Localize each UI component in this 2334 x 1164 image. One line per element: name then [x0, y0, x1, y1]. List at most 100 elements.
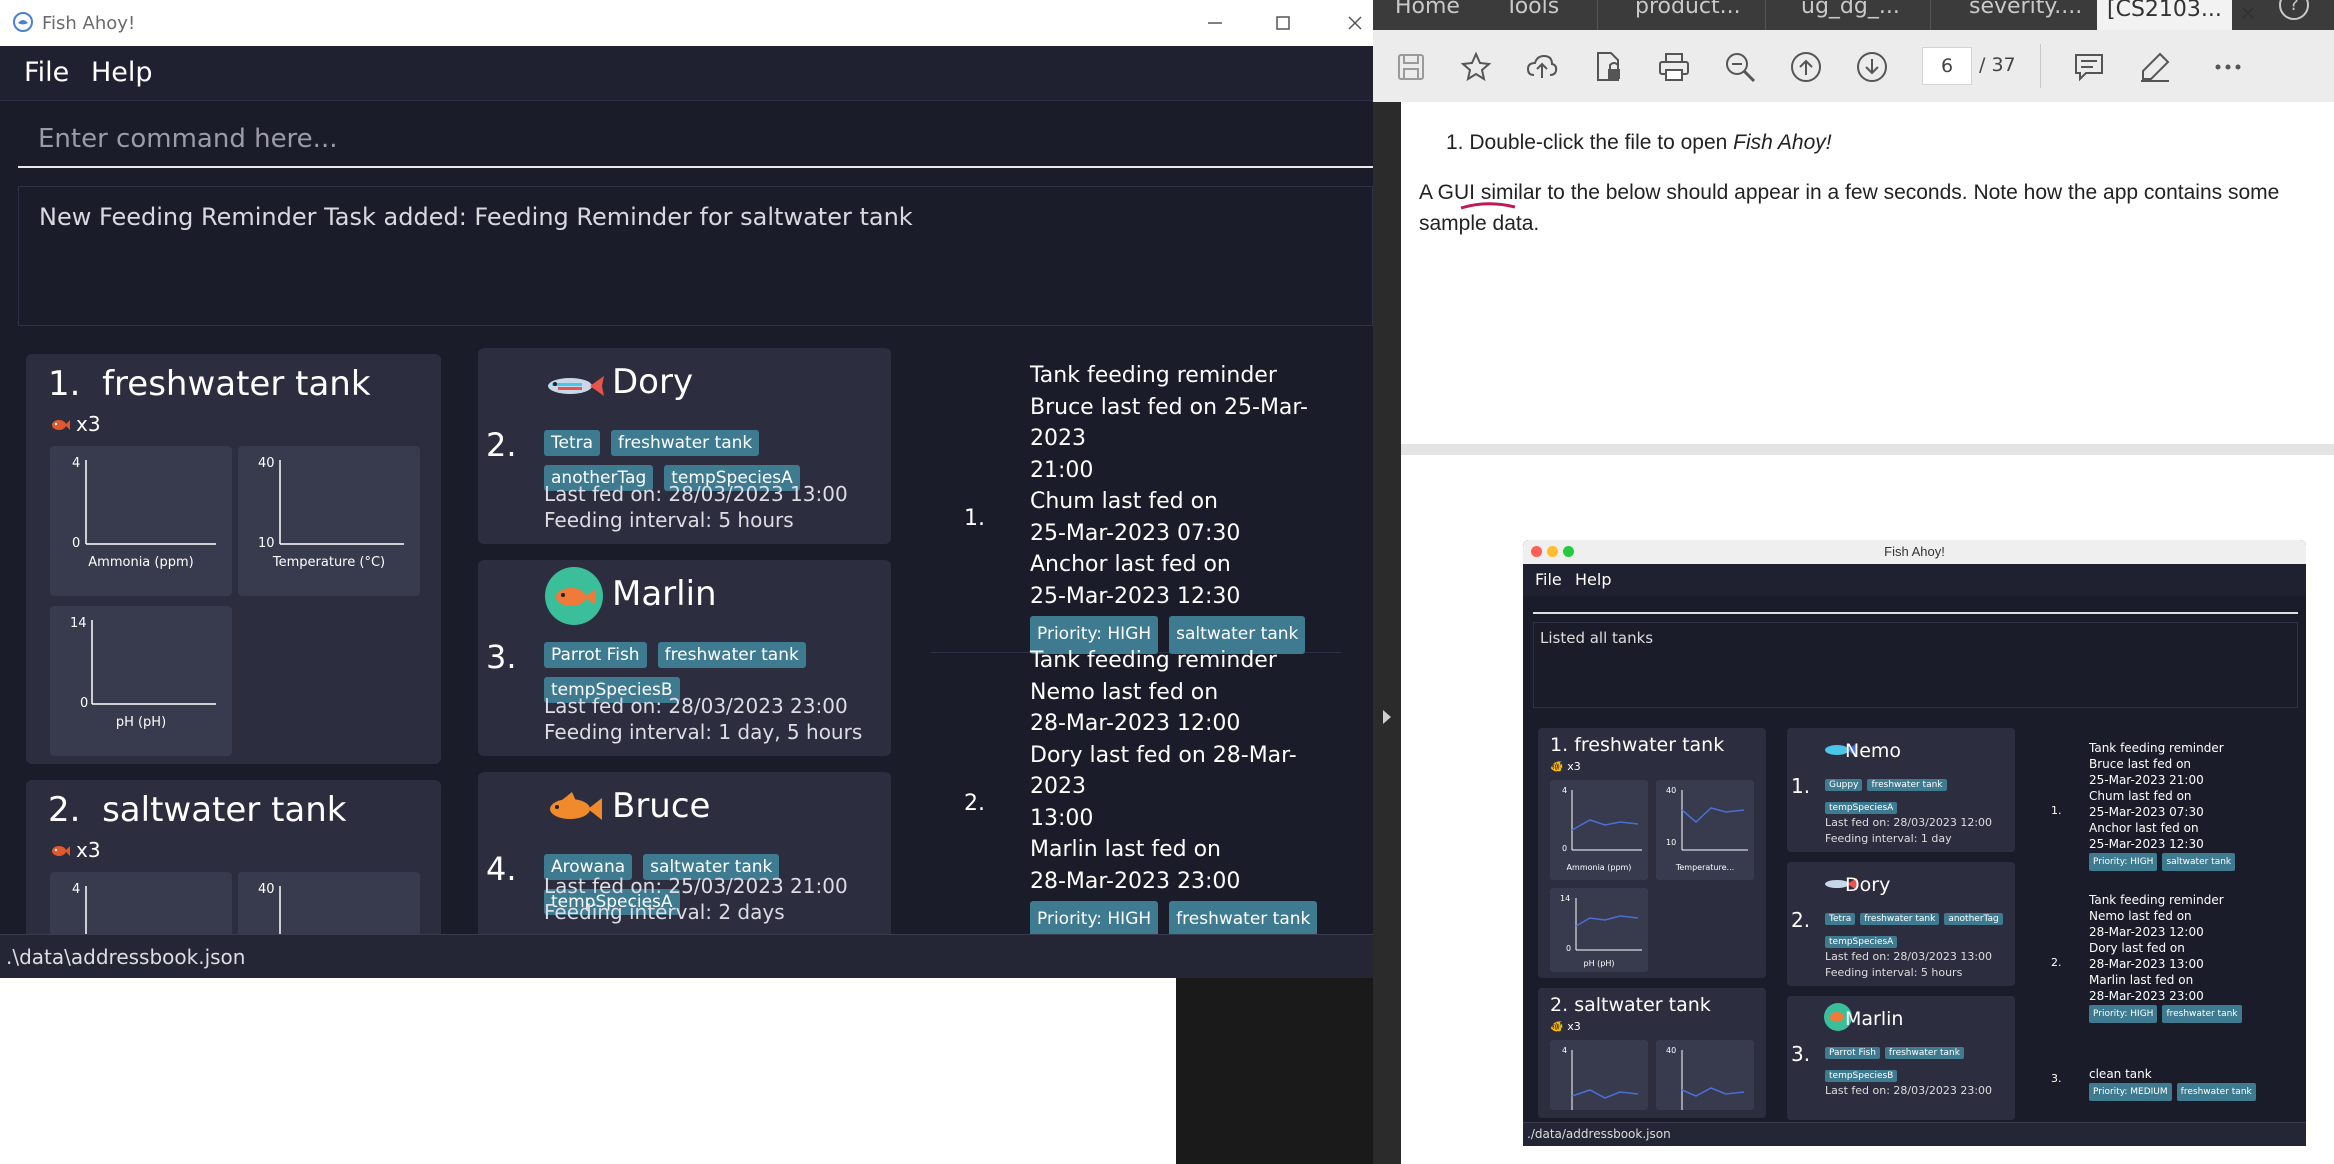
fish-feeding-interval: Feeding interval: 5 hours — [544, 508, 794, 532]
tab-home[interactable]: Home — [1395, 0, 1460, 19]
y-min-label: 0 — [72, 536, 81, 551]
result-display: New Feeding Reminder Task added: Feeding… — [18, 186, 1373, 326]
tank-title: 1. freshwater tank — [48, 364, 371, 404]
menu-help[interactable]: Help — [91, 57, 153, 88]
parrot-fish-icon — [545, 567, 603, 625]
y-max-label: 4 — [72, 882, 81, 897]
help-icon[interactable]: ? — [2279, 0, 2309, 20]
comment-icon[interactable] — [2072, 50, 2106, 84]
maximize-icon[interactable] — [1268, 8, 1298, 38]
page-down-icon[interactable] — [1855, 50, 1889, 84]
graph-label: pH (pH) — [115, 715, 167, 730]
task-index: 1. — [964, 506, 985, 531]
embedded-command-line — [1533, 612, 2298, 614]
tab-tools[interactable]: Tools — [1505, 0, 1559, 19]
tab-document[interactable]: ug_dg_... — [1801, 0, 1900, 19]
fish-last-fed: Last fed on: 28/03/2023 13:00 — [544, 482, 848, 506]
embedded-status-bar: ./data/addressbook.json — [1523, 1122, 2306, 1146]
fish-card[interactable]: 4. Bruce Arowana saltwater tanktempSpecie… — [478, 772, 891, 934]
ammonia-graph: 4 — [50, 872, 232, 934]
embedded-result-display: Listed all tanks — [1533, 622, 2298, 708]
highlight-pen-icon[interactable] — [2138, 50, 2172, 84]
menu-bar: File Help — [0, 46, 1373, 101]
command-box — [18, 112, 1373, 168]
y-max-label: 40 — [258, 882, 275, 897]
fish-name: Bruce — [612, 786, 711, 826]
fish-name: Dory — [612, 362, 694, 402]
embedded-tank-card: 2. saltwater tank 🐠 x3 4 40 — [1538, 988, 1766, 1118]
embedded-app-screenshot: Fish Ahoy! File Help Listed all tanks 1.… — [1523, 540, 2306, 1146]
bookmark-star-icon[interactable] — [1459, 50, 1493, 84]
temperature-graph: 40 — [238, 872, 420, 934]
tag: Tetra — [544, 430, 601, 456]
close-tab-icon[interactable] — [2239, 4, 2257, 22]
fish-feeding-interval: Feeding interval: 2 days — [544, 900, 785, 924]
tab-document[interactable]: severity.... — [1969, 0, 2082, 19]
ph-graph: 14 0 pH (pH) — [50, 606, 232, 756]
fish-index: 3. — [486, 638, 517, 676]
fish-card[interactable]: 2. Dory Tetra freshwater tankanotherTag te… — [478, 348, 891, 544]
embedded-tank-card: 1. freshwater tank 🐠 x3 4 0 Ammonia (ppm… — [1538, 728, 1766, 978]
chevron-right-icon[interactable] — [1381, 708, 1393, 726]
tank-card[interactable]: 1. freshwater tank x3 4 0 Ammonia (ppm) … — [26, 354, 441, 764]
graph-label: Temperature (°C) — [272, 555, 386, 570]
pdf-viewer-window: Home Tools product... ug_dg_... severity… — [1373, 0, 2334, 1164]
task-index: 2. — [964, 791, 985, 816]
embedded-task-item: 2. Tank feeding reminder Nemo last fed o… — [2035, 892, 2295, 1042]
task-item[interactable]: 2. Tank feeding reminder Nemo last fed o… — [930, 645, 1342, 934]
status-bar: .\data\addressbook.json — [0, 934, 1373, 978]
pdf-page: 1. Double-click the file to open Fish Ah… — [1401, 102, 2334, 444]
tab-document-active[interactable]: [CS2103... — [2097, 0, 2232, 30]
menu-file[interactable]: File — [24, 57, 69, 88]
lists-panel: 1. freshwater tank x3 4 0 Ammonia (ppm) … — [0, 328, 1373, 934]
file-lock-icon[interactable] — [1591, 50, 1625, 84]
toolbar: 6 / 37 — [1373, 30, 2334, 103]
fish-feeding-interval: Feeding interval: 1 day, 5 hours — [544, 720, 863, 744]
more-options-icon[interactable] — [2211, 50, 2245, 84]
tag: freshwater tank — [657, 642, 806, 668]
tank-fish-count: x3 — [50, 412, 101, 436]
window-title: Fish Ahoy! — [42, 13, 136, 34]
embedded-task-item: 1. Tank feeding reminder Bruce last fed … — [2035, 740, 2295, 890]
priority-tag: Priority: HIGH — [1030, 901, 1159, 934]
embedded-fish-card: 3. Marlin Parrot Fish freshwater tanktemp… — [1787, 996, 2015, 1120]
tank-card[interactable]: 2. saltwater tank x3 4 40 — [26, 780, 441, 934]
print-icon[interactable] — [1657, 50, 1691, 84]
fish-ahoy-window: Fish Ahoy! File Help New Feeding Reminde… — [0, 0, 1373, 978]
task-description: Tank feeding reminder Nemo last fed on 2… — [1030, 645, 1350, 934]
ink-underline — [1460, 202, 1516, 210]
close-icon[interactable] — [1340, 8, 1370, 38]
result-message: New Feeding Reminder Task added: Feeding… — [39, 203, 913, 231]
fish-last-fed: Last fed on: 28/03/2023 23:00 — [544, 694, 848, 718]
zoom-search-icon[interactable] — [1723, 50, 1757, 84]
side-panel-toggle[interactable] — [1373, 102, 1401, 1164]
y-min-label: 0 — [80, 696, 89, 711]
minimize-icon[interactable] — [1200, 8, 1230, 38]
fish-icon — [52, 846, 70, 856]
app-logo-icon — [13, 12, 33, 32]
fish-last-fed: Last fed on: 25/03/2023 21:00 — [544, 874, 848, 898]
tank-fish-count: x3 — [50, 838, 101, 862]
page-up-icon[interactable] — [1789, 50, 1823, 84]
tab-document[interactable]: product... — [1635, 0, 1741, 19]
page-number-input[interactable]: 6 — [1922, 47, 1972, 85]
command-input[interactable] — [18, 112, 1373, 166]
y-max-label: 14 — [70, 616, 87, 631]
embedded-fish-card: 1. Nemo Guppy freshwater tanktempSpeciesA… — [1787, 728, 2015, 852]
embedded-window-title: Fish Ahoy! — [1884, 544, 1945, 559]
status-path: .\data\addressbook.json — [6, 945, 246, 969]
upload-icon[interactable] — [1525, 50, 1559, 84]
task-item[interactable]: 1. Tank feeding reminder Bruce last fed … — [930, 360, 1342, 654]
step-item: 1. Double-click the file to open Fish Ah… — [1446, 131, 1832, 154]
tag: freshwater tank — [611, 430, 760, 456]
paragraph-text-cont: sample data. — [1419, 212, 1540, 235]
tank-tag: freshwater tank — [1169, 901, 1318, 934]
tag: Parrot Fish — [544, 642, 647, 668]
save-icon[interactable] — [1394, 50, 1428, 84]
y-min-label: 10 — [258, 536, 275, 551]
arowana-fish-icon — [550, 792, 602, 820]
paragraph-text: A GUI similar to the below should appear… — [1419, 181, 2280, 204]
embedded-menu-bar: File Help — [1523, 564, 2306, 596]
fish-card[interactable]: 3. Marlin Parrot Fish freshwater tanktemp… — [478, 560, 891, 756]
embedded-title-bar: Fish Ahoy! — [1523, 540, 2306, 564]
